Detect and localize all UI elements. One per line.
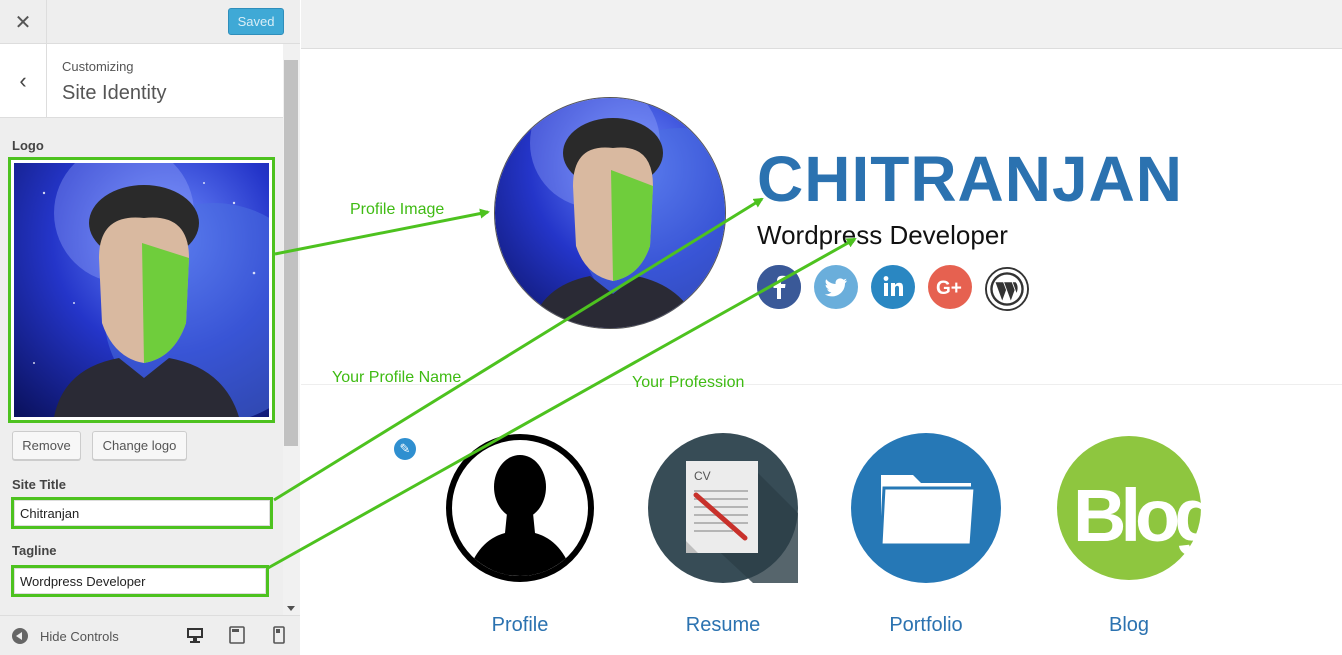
blog-icon-text: Blog <box>1073 474 1207 557</box>
profile-avatar[interactable] <box>494 97 726 329</box>
section-header: ‹ Customizing Site Identity <box>0 44 283 118</box>
site-title-field <box>11 497 273 529</box>
logo-label: Logo <box>12 138 44 153</box>
profile-tile-icon[interactable] <box>445 433 595 583</box>
resume-tile-icon[interactable]: CV <box>648 433 798 583</box>
tile-label-portfolio[interactable]: Portfolio <box>851 614 1001 637</box>
tagline-field <box>11 565 269 597</box>
customizer-window: ✕ Saved ‹ Customizing Site Identity Logo <box>0 0 1342 655</box>
preview-toolbar <box>301 0 1342 49</box>
tile-label-resume[interactable]: Resume <box>648 614 798 637</box>
svg-text:G+: G+ <box>936 278 962 299</box>
customizer-footer: Hide Controls <box>0 615 300 655</box>
logo-image <box>14 163 269 417</box>
collapse-arrow-icon <box>12 628 28 644</box>
desktop-icon[interactable] <box>186 626 206 646</box>
saved-button[interactable]: Saved <box>228 8 284 35</box>
customizer-sidebar: ✕ Saved ‹ Customizing Site Identity Logo <box>0 0 300 655</box>
wordpress-icon[interactable] <box>985 267 1029 311</box>
customizer-header: ✕ Saved <box>0 0 300 44</box>
logo-preview[interactable] <box>8 157 275 423</box>
mobile-icon[interactable] <box>270 626 290 646</box>
scroll-down-arrow-icon[interactable] <box>287 606 295 611</box>
annotation-profile-image: Profile Image <box>350 201 445 218</box>
breadcrumb: Customizing <box>62 59 134 74</box>
site-title-input[interactable] <box>14 500 270 526</box>
annotation-profile-name: Your Profile Name <box>332 369 462 386</box>
facebook-icon[interactable] <box>757 265 801 309</box>
blog-tile-icon[interactable]: Blog <box>1057 433 1221 583</box>
site-title-label: Site Title <box>12 477 66 492</box>
tagline-input[interactable] <box>14 568 266 594</box>
resume-cv-text: CV <box>694 469 711 483</box>
remove-logo-button[interactable]: Remove <box>12 431 81 460</box>
hide-controls-button[interactable]: Hide Controls <box>12 628 119 644</box>
portfolio-tile-icon[interactable] <box>851 433 1001 583</box>
tablet-icon[interactable] <box>228 626 248 646</box>
scrollbar-thumb[interactable] <box>284 60 298 446</box>
site-tagline: Wordpress Developer <box>757 220 1008 250</box>
change-logo-button[interactable]: Change logo <box>92 431 187 460</box>
tagline-label: Tagline <box>12 543 57 558</box>
close-icon[interactable]: ✕ <box>0 0 47 44</box>
tile-label-blog[interactable]: Blog <box>1054 614 1204 637</box>
twitter-icon[interactable] <box>814 265 858 309</box>
google-plus-icon[interactable]: G+ <box>928 265 972 309</box>
section-title: Site Identity <box>62 82 167 104</box>
annotation-profession: Your Profession <box>632 374 745 391</box>
site-title[interactable]: CHITRANJAN <box>757 142 1183 216</box>
tile-label-profile[interactable]: Profile <box>445 614 595 637</box>
hide-controls-label: Hide Controls <box>40 628 119 644</box>
sidebar-scrollbar[interactable] <box>283 44 300 615</box>
edit-pencil-icon[interactable]: ✎ <box>392 436 418 462</box>
back-chevron-icon[interactable]: ‹ <box>0 44 47 117</box>
linkedin-icon[interactable] <box>871 265 915 309</box>
